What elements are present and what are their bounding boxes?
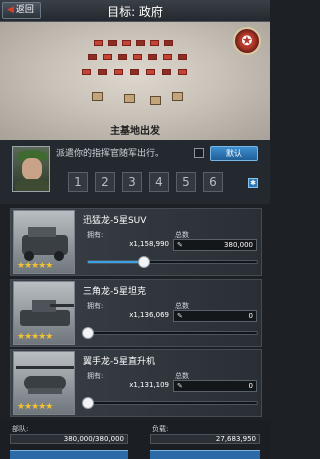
map-tile	[136, 40, 145, 46]
default-button[interactable]: 默认	[210, 146, 258, 161]
own-value: x1,158,990	[129, 240, 169, 248]
map-tile	[148, 54, 157, 60]
unit-token	[150, 96, 161, 105]
own-value: x1,136,069	[129, 311, 169, 319]
own-value: x1,131,109	[129, 381, 169, 389]
footer-right-button[interactable]	[150, 450, 260, 459]
total-value: 0	[248, 382, 253, 390]
suv-image: ★★★★★	[13, 210, 75, 274]
star-rating: ★★★★★	[17, 261, 53, 271]
unit-card-helicopter: ★★★★★ 翼手龙-5星直升机 拥有: 总数 x1,131,109 ✎ 0	[10, 349, 262, 417]
unit-card-suv: ★★★★★ 迅猛龙-5星SUV 拥有: 总数 x1,158,990 ✎ 380,…	[10, 208, 262, 276]
map-tile	[108, 40, 117, 46]
map-tile	[94, 40, 103, 46]
slider-knob[interactable]	[82, 397, 94, 409]
unit-card-tank: ★★★★★ 三角龙-5星坦克 拥有: 总数 x1,136,069 ✎ 0	[10, 279, 262, 347]
page-title: 目标: 政府	[107, 5, 163, 19]
troops-value: 380,000/380,000	[10, 434, 128, 444]
own-label: 拥有:	[87, 231, 104, 239]
commander-panel: 派遣你的指挥官随军出行。 默认 1 2 3 4 5 6 ✱	[0, 140, 270, 204]
quantity-slider[interactable]	[82, 397, 258, 409]
map-tile	[122, 40, 131, 46]
map-tile	[163, 54, 172, 60]
pencil-icon: ✎	[177, 312, 183, 320]
formation-slot-1[interactable]: 1	[68, 172, 88, 192]
map-tile	[162, 69, 171, 75]
battle-map: ✪ 主基地出发	[0, 22, 270, 140]
formation-slot-5[interactable]: 5	[176, 172, 196, 192]
target-marker-icon[interactable]: ✪	[233, 27, 261, 55]
map-tile	[178, 69, 187, 75]
own-label: 拥有:	[87, 372, 104, 380]
map-tile	[103, 54, 112, 60]
pencil-icon: ✎	[177, 382, 183, 390]
total-value: 0	[248, 312, 253, 320]
formation-slot-2[interactable]: 2	[95, 172, 115, 192]
slider-knob[interactable]	[137, 256, 150, 268]
unit-token	[172, 92, 183, 101]
unit-name: 翼手龙-5星直升机	[83, 357, 155, 367]
star-rating: ★★★★★	[17, 402, 53, 412]
map-tile	[114, 69, 123, 75]
map-tile	[146, 69, 155, 75]
unit-token	[92, 92, 103, 101]
quantity-slider[interactable]	[87, 256, 258, 268]
top-bar: ◀ 返回 目标: 政府	[0, 0, 270, 22]
pencil-icon: ✎	[177, 241, 183, 249]
quantity-slider[interactable]	[82, 327, 258, 339]
slider-fill	[88, 261, 144, 263]
map-tile	[82, 69, 91, 75]
dispatch-text: 派遣你的指挥官随军出行。	[56, 149, 165, 159]
map-tile	[133, 54, 142, 60]
map-tile	[98, 69, 107, 75]
map-tile	[88, 54, 97, 60]
footer-left-button[interactable]	[10, 450, 128, 459]
slider-knob[interactable]	[82, 327, 94, 339]
default-checkbox[interactable]	[194, 148, 204, 158]
total-input[interactable]: ✎ 380,000	[173, 239, 257, 251]
formation-slot-6[interactable]: 6	[203, 172, 223, 192]
origin-label: 主基地出发	[110, 126, 160, 137]
total-input[interactable]: ✎ 0	[173, 310, 257, 322]
total-input[interactable]: ✎ 0	[173, 380, 257, 392]
commander-avatar[interactable]	[12, 146, 50, 192]
map-tile	[164, 40, 173, 46]
total-value: 380,000	[224, 241, 253, 249]
troops-label: 部队:	[12, 425, 29, 433]
star-rating: ★★★★★	[17, 332, 53, 342]
helicopter-image: ★★★★★	[13, 351, 75, 415]
unit-token	[124, 94, 135, 103]
summary-footer: 部队: 380,000/380,000 负载: 27,683,950	[0, 420, 270, 459]
map-tile	[130, 69, 139, 75]
formation-slot-4[interactable]: 4	[149, 172, 169, 192]
formation-slot-3[interactable]: 3	[122, 172, 142, 192]
unit-name: 迅猛龙-5星SUV	[83, 216, 147, 226]
map-tile	[178, 54, 187, 60]
settings-gear-icon[interactable]: ✱	[248, 178, 258, 188]
map-tile	[118, 54, 127, 60]
load-label: 负载:	[152, 425, 169, 433]
tank-image: ★★★★★	[13, 281, 75, 345]
own-label: 拥有:	[87, 302, 104, 310]
unit-name: 三角龙-5星坦克	[83, 287, 146, 297]
load-value: 27,683,950	[150, 434, 260, 444]
map-tile	[150, 40, 159, 46]
